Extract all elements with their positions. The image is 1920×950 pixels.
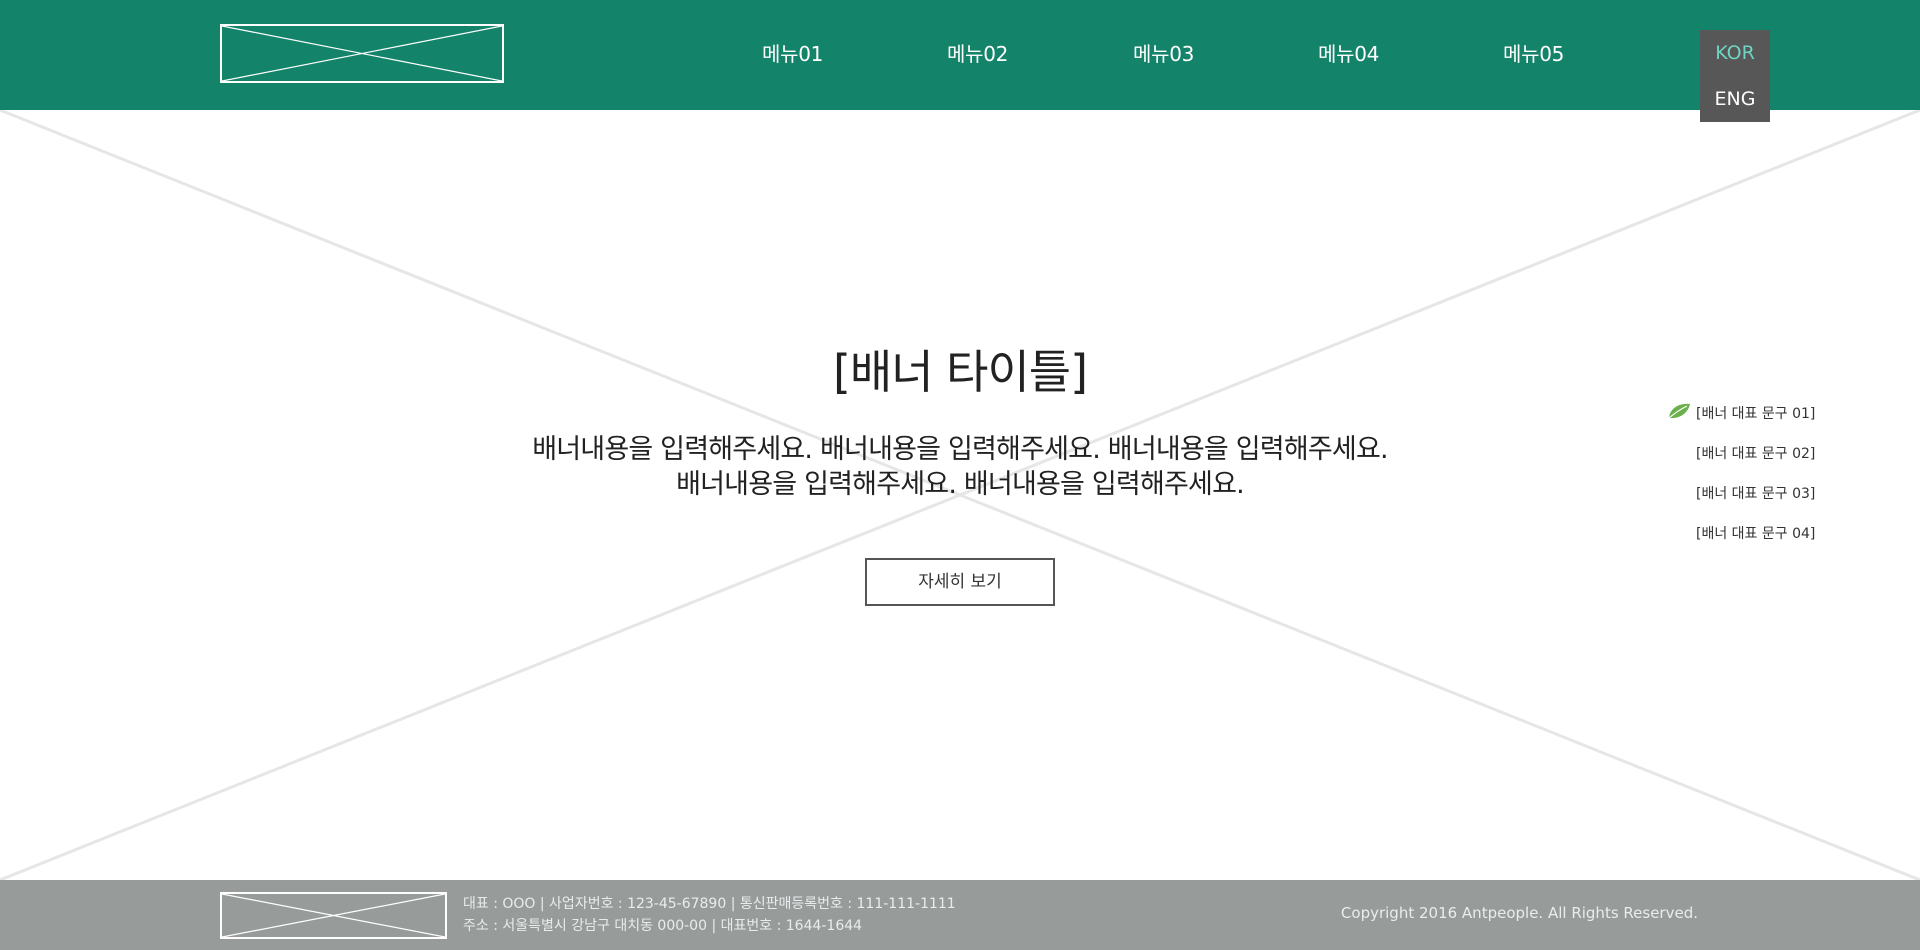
footer-address-info: 주소 : 서울특별시 강남구 대치동 000-00 | 대표번호 : 1644-…: [463, 918, 863, 934]
banner-title: [배너 타이틀]: [832, 345, 1088, 399]
site-header: 메뉴01 메뉴02 메뉴03 메뉴04 메뉴05: [0, 0, 1920, 110]
image-placeholder-icon: [222, 894, 445, 937]
nav-menu-05[interactable]: 메뉴05: [1503, 38, 1564, 67]
nav-menu-01[interactable]: 메뉴01: [762, 38, 823, 67]
nav-menu-04[interactable]: 메뉴04: [1318, 38, 1379, 67]
banner-description-line2: 배너내용을 입력해주세요. 배너내용을 입력해주세요.: [676, 469, 1245, 500]
nav-menu-02[interactable]: 메뉴02: [947, 38, 1008, 67]
slide-item-02[interactable]: [배너 대표 문구 02]: [1696, 443, 1815, 463]
footer-copyright: Copyright 2016 Antpeople. All Rights Res…: [1340, 904, 1698, 922]
language-kor[interactable]: KOR: [1700, 42, 1770, 64]
slide-item-01[interactable]: [배너 대표 문구 01]: [1696, 403, 1815, 423]
footer-logo: [220, 892, 447, 939]
footer-company-info: 대표 : OOO | 사업자번호 : 123-45-67890 | 통신판매등록…: [463, 896, 956, 912]
page: 메뉴01 메뉴02 메뉴03 메뉴04 메뉴05 KOR ENG [배너 타이틀…: [0, 0, 1920, 950]
view-details-button[interactable]: 자세히 보기: [865, 558, 1055, 606]
leaf-icon: [1668, 403, 1690, 419]
language-eng[interactable]: ENG: [1700, 88, 1770, 110]
site-logo[interactable]: [220, 24, 504, 83]
nav-menu-03[interactable]: 메뉴03: [1133, 38, 1194, 67]
site-footer: 대표 : OOO | 사업자번호 : 123-45-67890 | 통신판매등록…: [0, 880, 1920, 950]
slide-item-04[interactable]: [배너 대표 문구 04]: [1696, 523, 1815, 543]
image-placeholder-icon: [222, 26, 502, 81]
main-banner: [배너 타이틀] 배너내용을 입력해주세요. 배너내용을 입력해주세요. 배너내…: [0, 110, 1920, 880]
banner-description-line1: 배너내용을 입력해주세요. 배너내용을 입력해주세요. 배너내용을 입력해주세요…: [532, 434, 1388, 465]
slide-item-03[interactable]: [배너 대표 문구 03]: [1696, 483, 1815, 503]
language-selector: KOR ENG: [1700, 30, 1770, 122]
